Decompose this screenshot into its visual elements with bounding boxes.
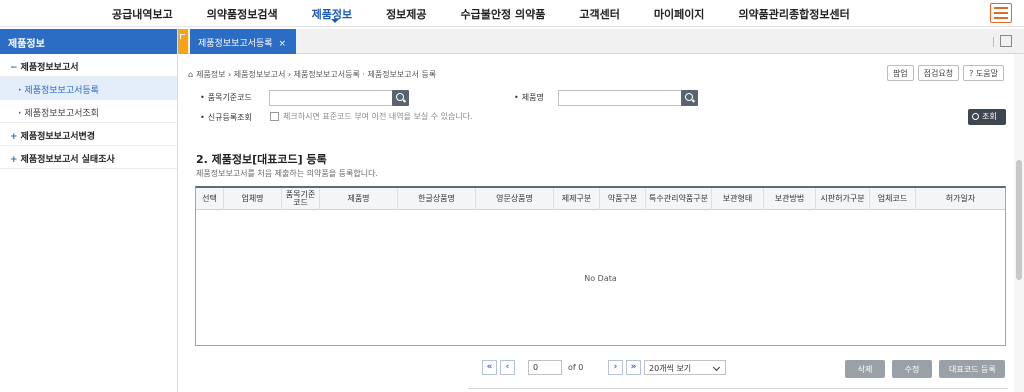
code-search-icon[interactable] xyxy=(392,90,409,106)
prev-page-button[interactable]: ‹ xyxy=(500,360,515,375)
expand-icon: + xyxy=(10,132,18,142)
sidebar-item-label: 제품정보보고서조회 xyxy=(24,109,99,119)
delete-button[interactable]: 삭제 xyxy=(845,360,885,378)
page-number-input[interactable]: 0 xyxy=(528,360,562,375)
col-company-code[interactable]: 업체코드 xyxy=(870,188,916,210)
col-storage-method[interactable]: 보관방법 xyxy=(764,188,816,210)
sidebar-item-report-survey[interactable]: + 제품정보보고서 실태조사 xyxy=(0,146,177,169)
sidebar: 제품정보 − 제품정보보고서 · 제품정보보고서등록 · 제품정보보고서조회 + 제품정… xyxy=(0,29,178,392)
product-grid: 선택 업체명 품목기준코드 제품명 한글상품명 영문상품명 제제구분 약품구분 … xyxy=(195,186,1006,346)
action-buttons: 삭제 수정 대표코드 등록 xyxy=(845,360,1005,378)
new-register-note: 체크하시면 표준코드 부여 이전 내역을 보실 수 있습니다. xyxy=(283,112,473,121)
menu-item-drug-search[interactable]: 의약품정보검색 xyxy=(207,6,278,22)
edit-button[interactable]: 수정 xyxy=(892,360,932,378)
col-storage-type[interactable]: 보관형태 xyxy=(712,188,764,210)
col-license-type[interactable]: 시판허가구분 xyxy=(816,188,870,210)
col-select[interactable]: 선택 xyxy=(196,188,224,210)
divider xyxy=(993,37,994,47)
new-register-label: • 신규등록조회 xyxy=(200,113,252,122)
menu-item-supply-report[interactable]: 공급내역보고 xyxy=(112,6,173,22)
sidebar-item-label: 제품정보보고서변경 xyxy=(20,132,96,142)
sidebar-item-report-change[interactable]: + 제품정보보고서변경 xyxy=(0,123,177,146)
sidebar-item-label: 제품정보보고서 xyxy=(20,63,79,73)
new-register-checkbox[interactable] xyxy=(270,112,279,121)
sidebar-item-label: 제품정보보고서등록 xyxy=(24,86,99,96)
scrollbar[interactable] xyxy=(1014,54,1024,392)
code-label: • 품목기준코드 xyxy=(200,93,252,102)
section-description: 제품정보보고서를 처음 제출하는 의약품을 등록합니다. xyxy=(196,169,378,178)
main-content: ⌂ 제품정보 › 제품정보보고서 › 제품정보보고서등록 · 제품정보보고서 등록… xyxy=(180,54,1024,392)
expand-icon: + xyxy=(10,155,18,165)
menu-item-drug-center[interactable]: 의약품관리종합정보센터 xyxy=(738,6,849,22)
product-name-input[interactable] xyxy=(558,90,682,106)
menu-item-mypage[interactable]: 마이페이지 xyxy=(654,6,705,22)
window-icon[interactable] xyxy=(1000,35,1012,47)
menu-item-customer-center[interactable]: 고객센터 xyxy=(579,6,619,22)
chevron-down-icon xyxy=(712,363,721,372)
register-code-button[interactable]: 대표코드 등록 xyxy=(939,360,1005,378)
breadcrumb: ⌂ 제품정보 › 제품정보보고서 › 제품정보보고서등록 · 제품정보보고서 등록 xyxy=(188,69,436,80)
help-button[interactable]: ? 도움말 xyxy=(963,65,1004,81)
top-button-group: 팝업 점검요청 ? 도움말 xyxy=(886,65,1004,81)
page-total: of 0 xyxy=(568,363,584,372)
sidebar-title: 제품정보 xyxy=(0,29,177,54)
col-korean-name[interactable]: 한글상품명 xyxy=(398,188,476,210)
grid-header: 선택 업체명 품목기준코드 제품명 한글상품명 영문상품명 제제구분 약품구분 … xyxy=(196,188,1005,210)
main-menu: 공급내역보고 의약품정보검색 제품정보 정보제공 수급불안정 의약품 고객센터 … xyxy=(112,6,884,22)
sidebar-item-report-register[interactable]: · 제품정보보고서등록 xyxy=(0,77,177,100)
top-navigation: 공급내역보고 의약품정보검색 제품정보 정보제공 수급불안정 의약품 고객센터 … xyxy=(0,0,1024,27)
sidebar-item-report-search[interactable]: · 제품정보보고서조회 xyxy=(0,100,177,123)
new-register-option: 체크하시면 표준코드 부여 이전 내역을 보실 수 있습니다. xyxy=(262,111,473,122)
col-license-date[interactable]: 허가일자 xyxy=(916,188,1005,210)
query-button[interactable]: 조회 xyxy=(968,109,1006,125)
menu-item-info-provide[interactable]: 정보제공 xyxy=(386,6,426,22)
popup-button[interactable]: 팝업 xyxy=(886,65,914,81)
bullet-icon: · xyxy=(18,109,22,119)
bullet-icon: · xyxy=(18,86,22,96)
next-page-button[interactable]: › xyxy=(608,360,623,375)
scrollbar-thumb[interactable] xyxy=(1016,160,1022,280)
sidebar-item-report[interactable]: − 제품정보보고서 xyxy=(0,54,177,77)
col-special-managed[interactable]: 특수관리약품구분 xyxy=(646,188,712,210)
last-page-button[interactable]: » xyxy=(626,360,641,375)
tab-strip-flag-icon xyxy=(178,29,188,54)
col-product-code[interactable]: 품목기준코드 xyxy=(282,188,320,210)
close-icon[interactable]: × xyxy=(279,39,287,49)
col-product-name[interactable]: 제품명 xyxy=(320,188,398,210)
home-icon[interactable]: ⌂ xyxy=(188,70,193,79)
first-page-button[interactable]: « xyxy=(482,360,497,375)
collapse-icon: − xyxy=(10,63,18,73)
per-page-select[interactable]: 20개씩 보기 xyxy=(644,360,726,375)
product-code-input[interactable] xyxy=(269,90,393,106)
col-formulation[interactable]: 제제구분 xyxy=(554,188,600,210)
menu-item-supply-unstable[interactable]: 수급불안정 의약품 xyxy=(461,6,546,22)
active-menu-caret-icon xyxy=(331,19,339,23)
col-english-name[interactable]: 영문상품명 xyxy=(476,188,554,210)
tab-label: 제품정보보고서등록 xyxy=(198,39,273,49)
divider xyxy=(468,388,1008,389)
tab-strip: 제품정보보고서등록 × xyxy=(178,29,1024,54)
hamburger-menu-icon[interactable] xyxy=(990,3,1012,23)
name-search-icon[interactable] xyxy=(681,90,698,106)
sidebar-item-label: 제품정보보고서 실태조사 xyxy=(20,155,115,165)
inspect-request-button[interactable]: 점검요청 xyxy=(917,65,960,81)
product-name-label: • 제품명 xyxy=(514,93,544,102)
breadcrumb-text: 제품정보 › 제품정보보고서 › 제품정보보고서등록 · 제품정보보고서 등록 xyxy=(196,70,437,79)
col-drug-type[interactable]: 약품구분 xyxy=(600,188,646,210)
col-company[interactable]: 업체명 xyxy=(224,188,282,210)
search-icon xyxy=(972,113,979,120)
empty-state: No Data xyxy=(584,274,617,283)
tab-report-register[interactable]: 제품정보보고서등록 × xyxy=(190,29,296,54)
section-title: 2. 제품정보[대표코드] 등록 xyxy=(196,153,327,166)
